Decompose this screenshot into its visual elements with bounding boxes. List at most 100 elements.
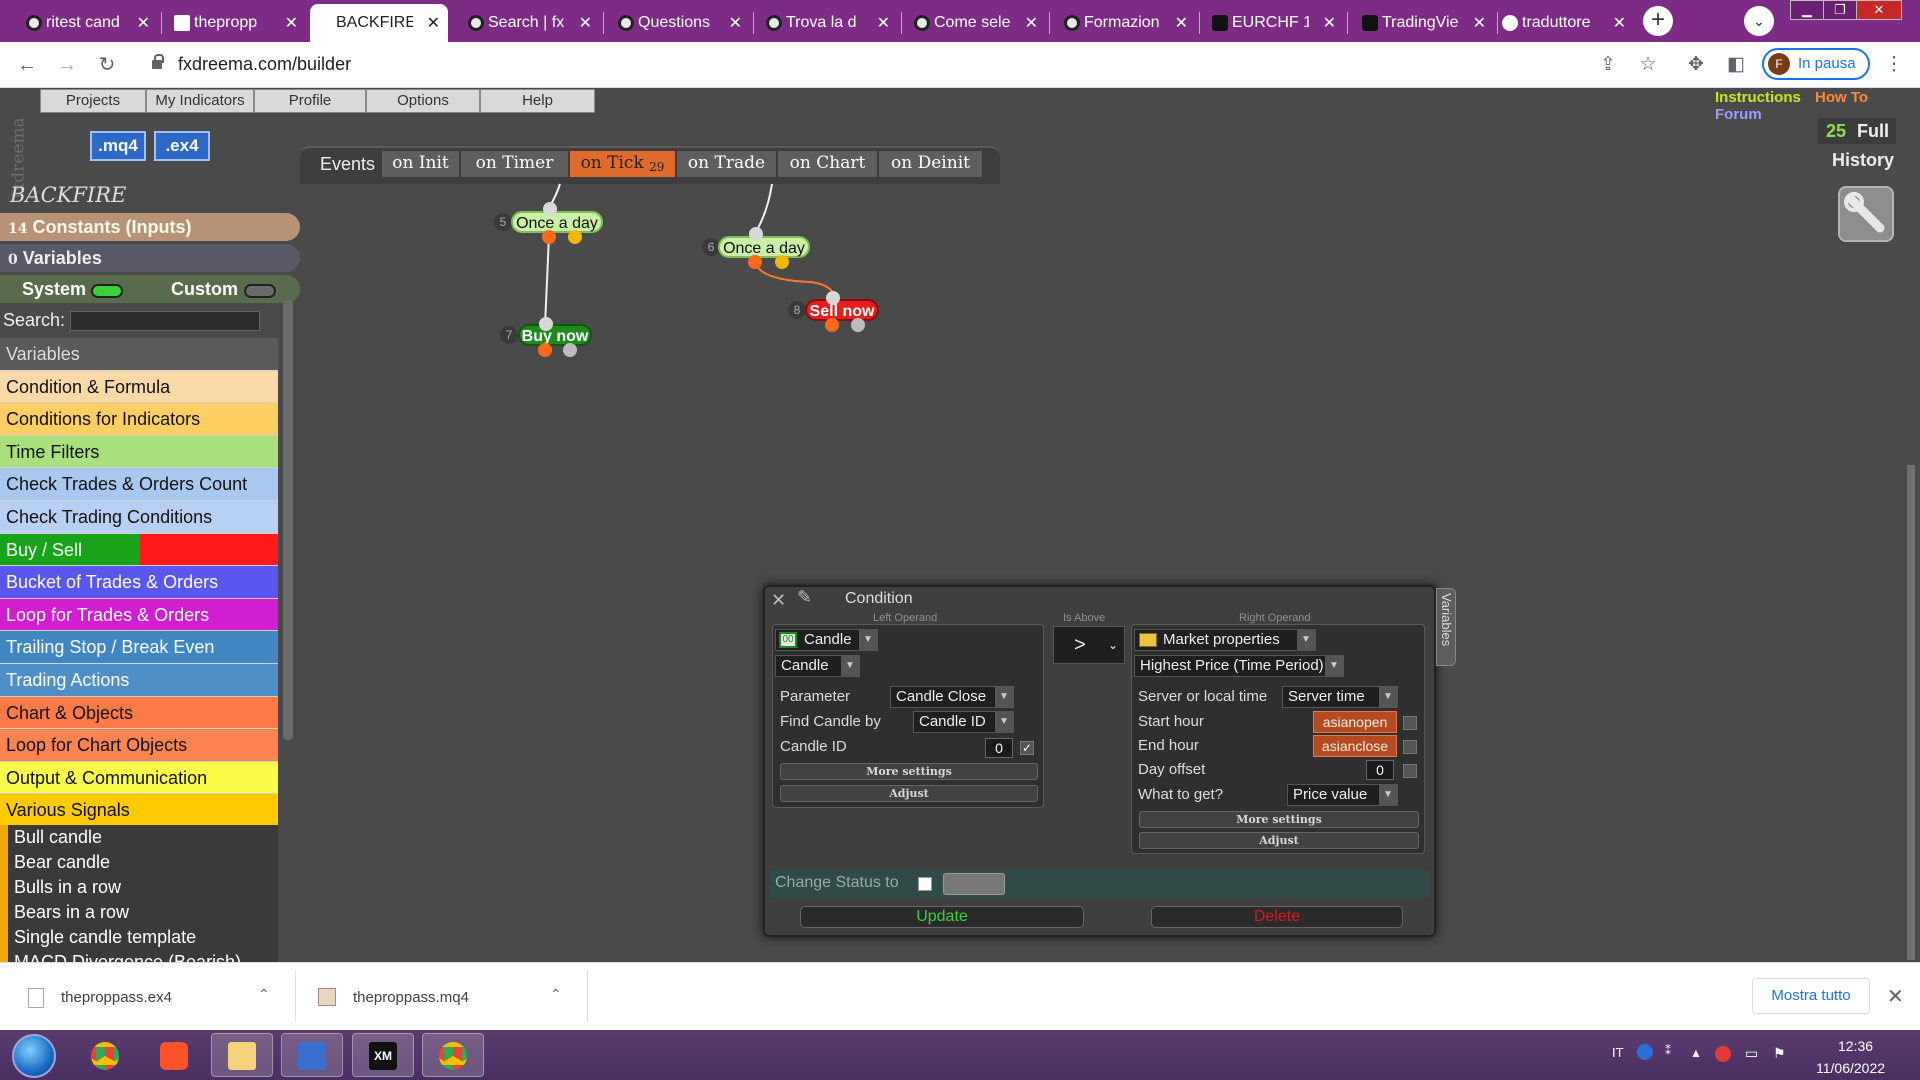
file-icon: [28, 988, 44, 1008]
block-8-input-port[interactable]: [826, 291, 840, 305]
folder-icon: [228, 1042, 256, 1070]
start-hour-checkbox[interactable]: [1403, 716, 1417, 730]
variables-side-tab[interactable]: Variables: [1436, 588, 1456, 666]
market-properties-icon: [1139, 633, 1157, 647]
connection-into-block-6: [756, 183, 773, 231]
left-operand-sub-value: Candle: [781, 657, 829, 674]
right-operand-sub-select[interactable]: Highest Price (Time Period) ▼: [1134, 655, 1344, 677]
chevron-down-icon: ▼: [859, 630, 877, 650]
change-status-label: Change Status to: [775, 874, 899, 891]
left-more-settings-button[interactable]: More settings: [780, 763, 1038, 780]
block-8-output-port[interactable]: [825, 318, 839, 332]
block-5-output-port[interactable]: [568, 230, 582, 244]
right-more-settings-button[interactable]: More settings: [1139, 811, 1419, 828]
chrome-icon: [91, 1042, 119, 1070]
day-offset-label: Day offset: [1138, 761, 1206, 778]
start-hour-input[interactable]: asianopen: [1313, 711, 1397, 733]
server-local-time-label: Server or local time: [1138, 688, 1268, 705]
chevron-up-icon[interactable]: ⌃: [550, 986, 562, 1003]
change-status-select[interactable]: [943, 873, 1005, 895]
language-indicator[interactable]: IT: [1612, 1045, 1624, 1060]
block-buy-now[interactable]: Buy now: [518, 324, 592, 346]
delete-button[interactable]: Delete: [1151, 906, 1403, 928]
operator-select[interactable]: > ⌄: [1053, 626, 1125, 664]
help-icon[interactable]: [1637, 1044, 1653, 1060]
right-operand-type-value: Market properties: [1163, 631, 1280, 648]
block-sell-now[interactable]: Sell now: [805, 299, 879, 321]
chrome-icon: [439, 1042, 467, 1070]
find-candle-by-value: Candle ID: [919, 713, 986, 730]
candle-id-input[interactable]: 0: [985, 738, 1013, 758]
connection-5-to-7: [544, 235, 550, 327]
xm-icon: XM: [369, 1042, 397, 1070]
download-separator: [587, 970, 588, 1022]
change-status-checkbox[interactable]: [918, 877, 932, 891]
end-hour-label: End hour: [1138, 737, 1199, 754]
variables-side-tab-label: Variables: [1439, 593, 1454, 647]
chevron-down-icon: ⌄: [1107, 638, 1118, 652]
chevron-up-icon[interactable]: ⌃: [258, 986, 270, 1003]
parameter-value: Candle Close: [896, 688, 987, 705]
block-7-input-port[interactable]: [539, 317, 553, 331]
candle-id-label: Candle ID: [780, 738, 847, 755]
server-local-time-select[interactable]: Server time ▼: [1282, 686, 1398, 708]
candle-id-checkbox[interactable]: ✓: [1020, 741, 1034, 755]
block-7-output-port[interactable]: [563, 343, 577, 357]
block-6-output-port[interactable]: [775, 255, 789, 269]
block-6-output-port[interactable]: [748, 255, 762, 269]
end-hour-checkbox[interactable]: [1403, 740, 1417, 754]
block-8-number: 8: [788, 301, 806, 319]
pin-icon[interactable]: ✎: [797, 587, 812, 608]
candle-type-icon: 00: [779, 632, 797, 648]
right-adjust-button[interactable]: Adjust: [1139, 832, 1419, 849]
network-icon[interactable]: ▭: [1745, 1045, 1758, 1062]
close-icon[interactable]: ✕: [1887, 984, 1904, 1009]
block-8-output-port[interactable]: [851, 318, 865, 332]
bluetooth-icon[interactable]: ⁑: [1665, 1044, 1671, 1058]
connection-6-to-8: [754, 261, 836, 297]
show-all-downloads-button[interactable]: Mostra tutto: [1752, 978, 1870, 1014]
remote-desktop-icon: [298, 1042, 326, 1070]
block-7-number: 7: [500, 326, 518, 344]
action-center-flag-icon[interactable]: ⚑: [1773, 1045, 1786, 1062]
gmail-notifier-icon[interactable]: [1715, 1046, 1731, 1062]
update-button[interactable]: Update: [800, 906, 1084, 928]
what-to-get-select[interactable]: Price value ▼: [1287, 784, 1398, 806]
what-to-get-value: Price value: [1293, 786, 1368, 803]
left-operand-type-select[interactable]: 00 Candle ▼: [775, 629, 878, 651]
right-operand-sub-value: Highest Price (Time Period): [1140, 657, 1324, 674]
download-filename: theproppass.ex4: [61, 989, 172, 1006]
block-5-input-port[interactable]: [543, 202, 557, 216]
server-local-time-value: Server time: [1288, 688, 1365, 705]
chevron-down-icon: ▼: [841, 656, 859, 676]
parameter-select[interactable]: Candle Close ▼: [890, 686, 1014, 708]
block-7-output-port[interactable]: [538, 343, 552, 357]
chevron-down-icon: ▼: [995, 712, 1013, 732]
chevron-down-icon: ▼: [1297, 630, 1315, 650]
left-operand-label: Left Operand: [873, 612, 938, 624]
brave-icon: [160, 1042, 188, 1070]
operator-value: >: [1074, 634, 1086, 656]
clock-time[interactable]: 12:36: [1838, 1038, 1873, 1054]
chevron-down-icon: ▼: [1379, 687, 1397, 707]
block-once-a-day[interactable]: Once a day: [511, 211, 603, 233]
day-offset-checkbox[interactable]: [1403, 764, 1417, 778]
day-offset-input[interactable]: 0: [1366, 760, 1394, 780]
block-once-a-day[interactable]: Once a day: [718, 236, 810, 258]
find-candle-by-select[interactable]: Candle ID ▼: [913, 711, 1014, 733]
right-operand-label: Right Operand: [1239, 612, 1311, 624]
what-to-get-label: What to get?: [1138, 786, 1224, 803]
parameter-label: Parameter: [780, 688, 851, 705]
chevron-down-icon: ▼: [1379, 785, 1397, 805]
close-icon[interactable]: ✕: [771, 590, 786, 611]
left-operand-sub-select[interactable]: Candle ▼: [775, 655, 860, 677]
block-5-output-port[interactable]: [542, 230, 556, 244]
operator-label: Is Above: [1063, 612, 1106, 624]
show-hidden-icons-icon[interactable]: ▲: [1690, 1046, 1702, 1060]
right-operand-type-select[interactable]: Market properties ▼: [1134, 629, 1316, 651]
left-adjust-button[interactable]: Adjust: [780, 785, 1038, 802]
end-hour-input[interactable]: asianclose: [1313, 735, 1397, 757]
start-button[interactable]: [12, 1034, 56, 1078]
clock-date[interactable]: 11/06/2022: [1816, 1060, 1885, 1076]
block-6-input-port[interactable]: [749, 227, 763, 241]
